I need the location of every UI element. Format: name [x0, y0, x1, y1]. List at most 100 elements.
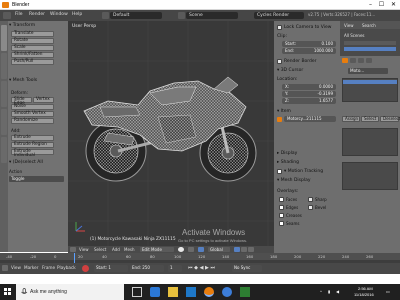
- chrome-icon[interactable]: [222, 287, 232, 297]
- motion-tracking-checkbox[interactable]: [277, 169, 282, 174]
- editor-type-icon[interactable]: [70, 247, 76, 252]
- clock-time[interactable]: 2:56 AM: [358, 286, 373, 291]
- overlay-seams-checkbox[interactable]: [279, 221, 284, 226]
- scene-selector[interactable]: Scene: [186, 12, 238, 19]
- menu-window[interactable]: Window: [50, 12, 68, 17]
- tab-create[interactable]: [1, 53, 7, 79]
- minimize-icon[interactable]: –: [366, 1, 375, 9]
- close-icon[interactable]: ✕: [389, 1, 398, 9]
- shape-keys-list[interactable]: [342, 128, 398, 156]
- outliner-view-menu[interactable]: View: [344, 23, 354, 28]
- overlay-sharp-checkbox[interactable]: [308, 197, 313, 202]
- menu-select[interactable]: Select: [94, 247, 106, 252]
- overlay-bevel-checkbox[interactable]: [308, 205, 313, 210]
- outliner-row[interactable]: [344, 41, 396, 45]
- edge-browser-icon[interactable]: [150, 287, 160, 297]
- menu-add[interactable]: Add: [112, 247, 120, 252]
- object-data-icon[interactable]: [342, 58, 348, 63]
- menu-mesh[interactable]: Mesh: [124, 247, 135, 252]
- texture-icon[interactable]: [366, 58, 372, 63]
- display-panel-header[interactable]: ▸ Display: [277, 151, 297, 156]
- motion-tracking-header[interactable]: ▾ Motion Tracking: [284, 169, 323, 174]
- prev-keyframe-icon[interactable]: ◆: [194, 265, 198, 271]
- randomize-button[interactable]: Randomize: [11, 118, 54, 124]
- jump-start-icon[interactable]: ⏮: [188, 265, 193, 271]
- face-select-icon[interactable]: [248, 247, 254, 252]
- mesh-display-header[interactable]: ▾ Mesh Display: [277, 178, 311, 183]
- outliner-display-mode[interactable]: All Scenes: [344, 33, 365, 38]
- tab-grease-pencil[interactable]: [1, 137, 7, 163]
- app-icon[interactable]: [240, 287, 250, 297]
- menu-render[interactable]: Render: [29, 12, 45, 17]
- mesh-tools-header[interactable]: ▾ Mesh Tools: [9, 78, 66, 85]
- store-icon[interactable]: [186, 287, 196, 297]
- pivot-point-icon[interactable]: [188, 247, 194, 252]
- object-datablock-field[interactable]: Moto...: [348, 68, 388, 74]
- tab-shading[interactable]: [1, 81, 7, 107]
- extrude-individual-button[interactable]: Extrude Individual: [11, 149, 54, 158]
- viewport-shading-icon[interactable]: [178, 247, 184, 252]
- smooth-vertex-button[interactable]: Smooth Vertex: [11, 111, 54, 117]
- tray-chevron-icon[interactable]: ^: [320, 289, 322, 294]
- cursor-z-field[interactable]: Z: 1.6577: [282, 98, 336, 104]
- uv-maps-list[interactable]: [342, 162, 398, 190]
- layout-icon[interactable]: [102, 12, 109, 19]
- task-view-icon[interactable]: [132, 287, 142, 297]
- volume-icon[interactable]: ◀: [336, 289, 339, 294]
- modifier-icon[interactable]: [350, 58, 356, 63]
- vertex-slide-button[interactable]: Vertex: [33, 97, 54, 103]
- notifications-icon[interactable]: ▭: [386, 289, 390, 294]
- timeline-menu-playback[interactable]: Playback: [57, 265, 76, 270]
- deselect-button[interactable]: Deselect: [380, 116, 400, 122]
- transform-orientation-select[interactable]: Global: [208, 247, 230, 252]
- editor-type-icon[interactable]: [2, 265, 8, 271]
- overlay-creases-checkbox[interactable]: [279, 213, 284, 218]
- shading-panel-header[interactable]: ▸ Shading: [277, 160, 299, 165]
- layout-selector[interactable]: Default: [110, 12, 162, 19]
- extrude-button[interactable]: Extrude: [11, 135, 54, 141]
- translate-button[interactable]: Translate: [11, 31, 54, 37]
- overlay-edges-checkbox[interactable]: [279, 205, 284, 210]
- timeline-menu-marker[interactable]: Marker: [24, 265, 38, 270]
- slide-edge-button[interactable]: Slide Edge: [11, 97, 32, 106]
- file-explorer-icon[interactable]: [168, 287, 178, 297]
- lock-camera-checkbox[interactable]: [277, 25, 282, 30]
- clip-start-field[interactable]: Start: 0.100: [282, 41, 336, 47]
- microphone-icon[interactable]: [20, 288, 28, 296]
- outliner-row-selected[interactable]: [344, 47, 396, 51]
- scene-icon[interactable]: [178, 12, 185, 19]
- menu-view[interactable]: View: [79, 247, 89, 252]
- material-icon[interactable]: [358, 58, 364, 63]
- operator-panel-header[interactable]: ▾ (De)select All: [9, 160, 66, 167]
- menu-help[interactable]: Help: [72, 12, 82, 17]
- maximize-icon[interactable]: ☐: [377, 1, 386, 9]
- play-icon[interactable]: ▶: [205, 265, 209, 271]
- manipulator-icon[interactable]: [198, 247, 204, 252]
- end-frame-field[interactable]: End: 250: [130, 265, 164, 272]
- start-button[interactable]: [0, 284, 16, 300]
- timeline[interactable]: -40 -20 0 20 40 60 80 100 120 140 160 180 200 220 240 2…: [0, 253, 400, 274]
- 3d-viewport[interactable]: User Persp (1) Motorcycle Kawasaki Ninja…: [68, 21, 274, 246]
- cortana-search-box[interactable]: Ask me anything: [16, 284, 124, 300]
- select-button[interactable]: Select: [361, 116, 379, 122]
- clip-end-field[interactable]: End: 1000.000: [282, 48, 336, 54]
- cursor-panel-header[interactable]: ▾ 3D Cursor: [277, 68, 303, 73]
- vertex-group-selected[interactable]: [343, 80, 397, 84]
- mode-select[interactable]: Edit Mode: [140, 247, 174, 252]
- shrink-fatten-button[interactable]: Shrink/Fatten: [11, 52, 54, 58]
- clock-date[interactable]: 11/18/2016: [354, 292, 374, 297]
- transform-panel-header[interactable]: ▾ Transform: [9, 23, 66, 30]
- edge-select-icon[interactable]: [241, 247, 247, 252]
- start-frame-field[interactable]: Start: 1: [94, 265, 128, 272]
- overlay-faces-checkbox[interactable]: [279, 197, 284, 202]
- network-icon[interactable]: ▮: [328, 289, 330, 294]
- timeline-menu-frame[interactable]: Frame: [42, 265, 55, 270]
- scale-button[interactable]: Scale: [11, 45, 54, 51]
- rotate-button[interactable]: Rotate: [11, 38, 54, 44]
- current-frame-field[interactable]: 1: [168, 265, 182, 272]
- sync-select[interactable]: No Sync: [232, 265, 262, 272]
- item-panel-header[interactable]: ▾ Item: [277, 109, 291, 114]
- motorcycle-mesh[interactable]: [78, 71, 268, 191]
- jump-end-icon[interactable]: ⏭: [210, 265, 215, 271]
- outliner-search-menu[interactable]: Search: [362, 23, 376, 28]
